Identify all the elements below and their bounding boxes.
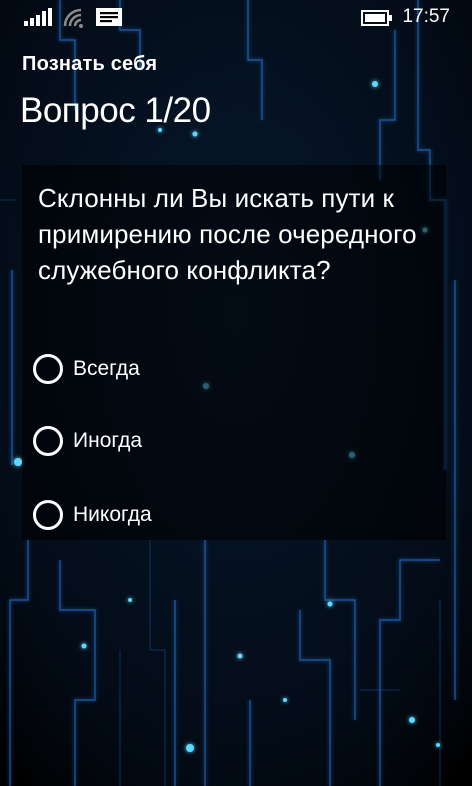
- status-time: 17:57: [402, 6, 450, 27]
- signal-icon: [24, 8, 52, 26]
- wifi-icon: [63, 8, 83, 28]
- option-always[interactable]: Всегда: [33, 352, 140, 386]
- radio-button[interactable]: [33, 354, 63, 384]
- question-text: Склонны ли Вы искать пути к примирению п…: [38, 183, 417, 285]
- status-bar: 17:57: [0, 0, 472, 34]
- question-progress-title: Вопрос 1/20: [20, 91, 211, 130]
- battery-icon: [361, 10, 392, 26]
- message-icon: [96, 8, 122, 26]
- radio-button[interactable]: [33, 426, 63, 456]
- app-title: Познать себя: [22, 53, 158, 75]
- option-never[interactable]: Никогда: [33, 498, 152, 532]
- option-label: Иногда: [73, 429, 143, 452]
- option-label: Никогда: [73, 503, 152, 526]
- radio-button[interactable]: [33, 500, 63, 530]
- option-sometimes[interactable]: Иногда: [33, 424, 142, 458]
- option-label: Всегда: [73, 357, 140, 380]
